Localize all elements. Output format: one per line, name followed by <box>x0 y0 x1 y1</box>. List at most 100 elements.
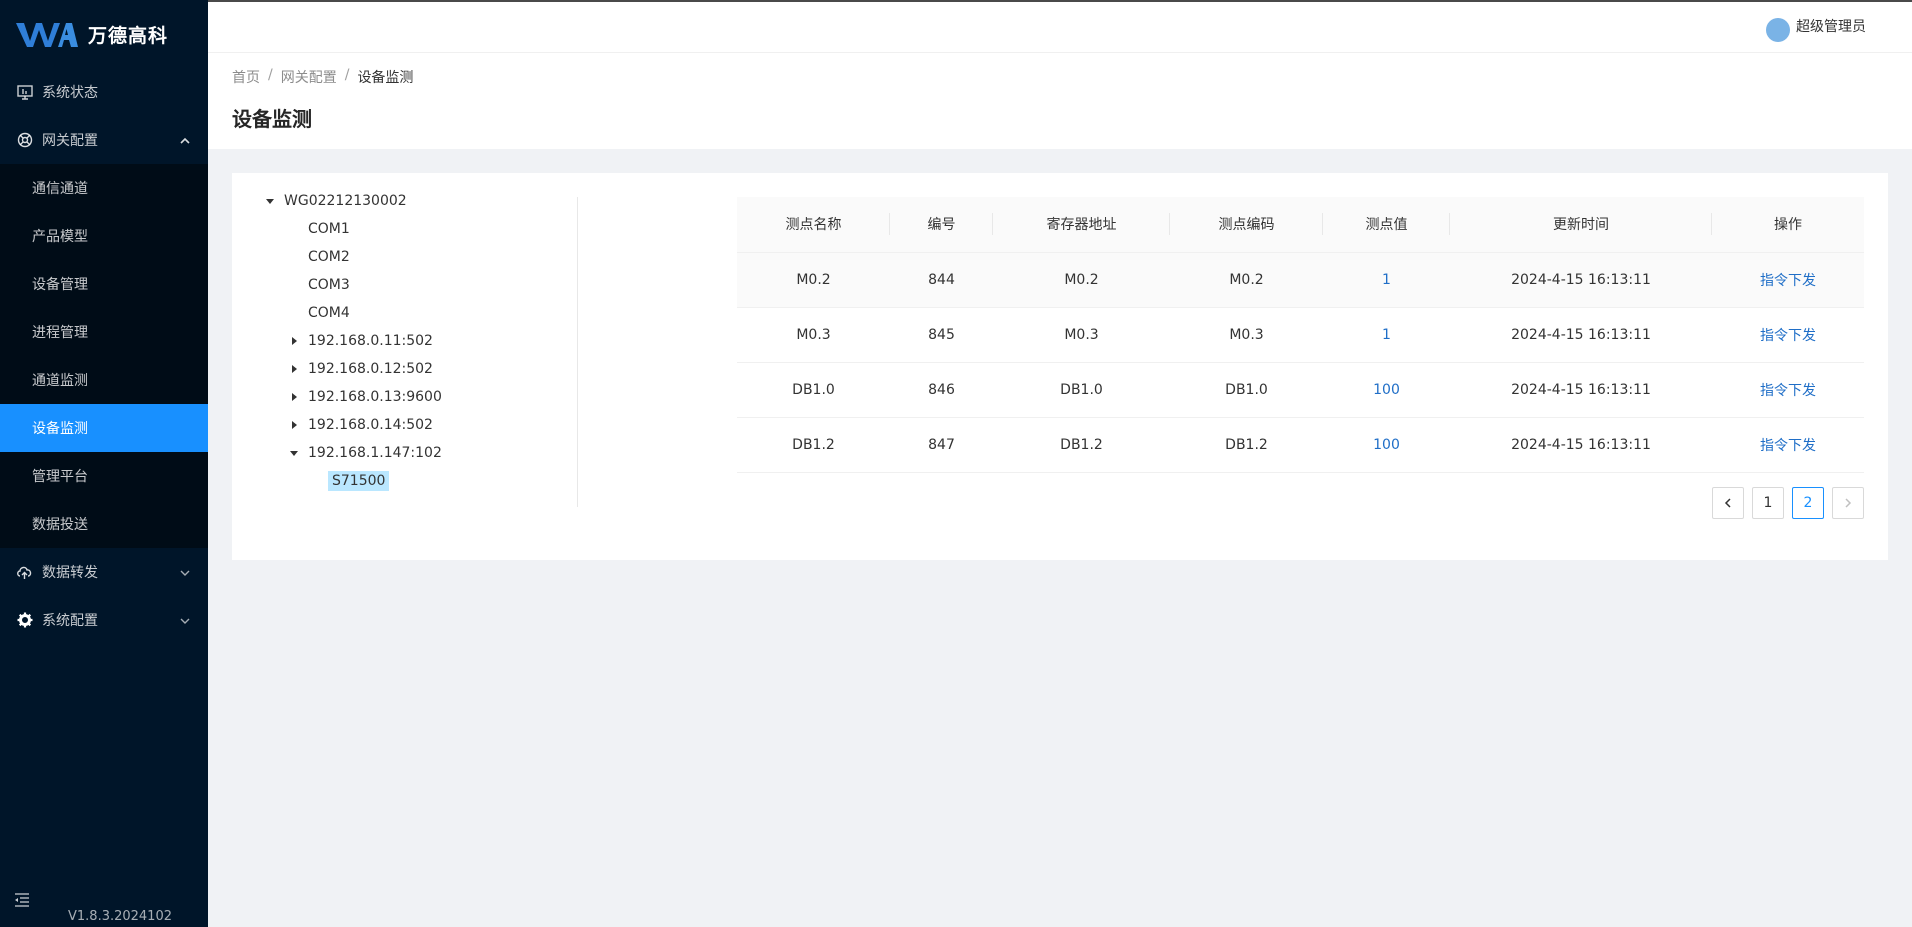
sidebar-item-device-monitor[interactable]: 设备监测 <box>0 404 208 452</box>
cell-point-name: M0.3 <box>737 307 890 363</box>
tree-node-label[interactable]: 192.168.1.147:102 <box>304 443 446 463</box>
breadcrumb-current: 设备监测 <box>357 70 414 86</box>
tree-node-ip[interactable]: 192.168.0.11:502 <box>262 327 582 355</box>
send-command-link[interactable]: 指令下发 <box>1712 362 1864 418</box>
tree-node-label[interactable]: COM2 <box>304 247 354 267</box>
cell-number: 846 <box>890 362 993 418</box>
gear-icon <box>16 612 33 629</box>
send-command-link[interactable]: 指令下发 <box>1712 252 1864 308</box>
caret-down-icon[interactable] <box>286 445 302 461</box>
cell-register-address: M0.2 <box>993 252 1170 308</box>
tree-node-label[interactable]: 192.168.0.13:9600 <box>304 387 446 407</box>
chevron-right-icon <box>1845 498 1852 508</box>
column-header: 编号 <box>890 197 993 253</box>
tree-node-label[interactable]: 192.168.0.12:502 <box>304 359 437 379</box>
table-row: DB1.0 846 DB1.0 DB1.0 100 2024-4-15 16:1… <box>737 362 1864 418</box>
caret-right-icon[interactable] <box>286 389 302 405</box>
gateway-config-submenu: 通信通道 产品模型 设备管理 进程管理 通道监测 设备监测 管理平台 数据投送 <box>0 164 208 548</box>
caret-right-icon[interactable] <box>286 417 302 433</box>
tree-node-label[interactable]: 192.168.0.11:502 <box>304 331 437 351</box>
monitor-icon <box>16 84 33 101</box>
cell-point-code: DB1.2 <box>1170 417 1323 473</box>
caret-right-icon[interactable] <box>286 361 302 377</box>
send-command-link[interactable]: 指令下发 <box>1712 417 1864 473</box>
tree-node-ip-expanded[interactable]: 192.168.1.147:102 <box>262 439 582 467</box>
page-button-1[interactable]: 1 <box>1752 487 1784 519</box>
sidebar-item-system-config[interactable]: 系统配置 <box>0 596 208 644</box>
tree-node-label-selected[interactable]: S71500 <box>328 471 390 491</box>
version-label: V1.8.3.2024102 <box>68 909 172 924</box>
cell-point-value: 100 <box>1323 417 1450 473</box>
sidebar-item-label: 数据转发 <box>42 565 98 581</box>
monitor-table: 测点名称 编号 寄存器地址 测点编码 测点值 更新时间 操作 M0.2 844 … <box>737 197 1864 473</box>
sidebar-item-system-status[interactable]: 系统状态 <box>0 68 208 116</box>
sidebar-item-label: 进程管理 <box>32 325 88 341</box>
sidebar-item-gateway-config[interactable]: 网关配置 <box>0 116 208 164</box>
sidebar-item-label: 产品模型 <box>32 229 88 245</box>
sidebar-item-label: 设备监测 <box>32 421 88 437</box>
cell-point-value: 1 <box>1323 307 1450 363</box>
content-card: WG02212130002 COM1 COM2 COM3 COM4 192.16… <box>232 173 1888 560</box>
menu-fold-icon[interactable] <box>14 893 32 911</box>
tree-node-device[interactable]: S71500 <box>262 467 582 495</box>
sidebar-item-process-management[interactable]: 进程管理 <box>0 308 208 356</box>
cell-update-time: 2024-4-15 16:13:11 <box>1450 417 1712 473</box>
tree-node-label[interactable]: WG02212130002 <box>280 191 411 211</box>
caret-down-icon[interactable] <box>262 193 278 209</box>
sidebar-item-channel-monitor[interactable]: 通道监测 <box>0 356 208 404</box>
device-tree: WG02212130002 COM1 COM2 COM3 COM4 192.16… <box>262 187 582 495</box>
sidebar-item-data-forward[interactable]: 数据转发 <box>0 548 208 596</box>
cell-number: 844 <box>890 252 993 308</box>
sidebar-item-label: 管理平台 <box>32 469 88 485</box>
page-header: 首页 / 网关配置 / 设备监测 设备监测 <box>208 52 1912 149</box>
tree-node-label[interactable]: COM1 <box>304 219 354 239</box>
sidebar-item-comm-channel[interactable]: 通信通道 <box>0 164 208 212</box>
sidebar-item-label: 数据投送 <box>32 517 88 533</box>
cell-point-value: 1 <box>1323 252 1450 308</box>
cell-point-name: DB1.2 <box>737 417 890 473</box>
caret-right-icon[interactable] <box>286 333 302 349</box>
tree-node-com3[interactable]: COM3 <box>262 271 582 299</box>
sidebar-item-label: 系统状态 <box>42 85 98 101</box>
tree-node-ip[interactable]: 192.168.0.14:502 <box>262 411 582 439</box>
column-header: 测点名称 <box>737 197 890 253</box>
tree-node-ip[interactable]: 192.168.0.12:502 <box>262 355 582 383</box>
user-name: 超级管理员 <box>1796 19 1866 35</box>
column-header: 更新时间 <box>1450 197 1712 253</box>
page-title: 设备监测 <box>232 107 312 131</box>
sidebar-item-management-platform[interactable]: 管理平台 <box>0 452 208 500</box>
sidebar-item-product-model[interactable]: 产品模型 <box>0 212 208 260</box>
breadcrumb-gateway-config[interactable]: 网关配置 <box>281 67 337 87</box>
sidebar-item-device-management[interactable]: 设备管理 <box>0 260 208 308</box>
breadcrumb: 首页 / 网关配置 / 设备监测 <box>232 67 414 87</box>
tree-node-label[interactable]: COM3 <box>304 275 354 295</box>
tree-node-label[interactable]: 192.168.0.14:502 <box>304 415 437 435</box>
prev-page-button[interactable] <box>1712 487 1744 519</box>
user-menu[interactable]: 超级管理员 <box>1766 10 1866 42</box>
tree-node-com4[interactable]: COM4 <box>262 299 582 327</box>
sidebar-item-data-delivery[interactable]: 数据投送 <box>0 500 208 548</box>
cell-register-address: M0.3 <box>993 307 1170 363</box>
next-page-button[interactable] <box>1832 487 1864 519</box>
top-header: 超级管理员 <box>208 0 1912 52</box>
tree-root[interactable]: WG02212130002 <box>262 187 582 215</box>
tree-node-com1[interactable]: COM1 <box>262 215 582 243</box>
tree-node-ip[interactable]: 192.168.0.13:9600 <box>262 383 582 411</box>
breadcrumb-home[interactable]: 首页 <box>232 67 260 87</box>
chevron-down-icon <box>180 566 190 582</box>
chevron-down-icon <box>180 614 190 630</box>
page-button-2-current[interactable]: 2 <box>1792 487 1824 519</box>
divider <box>577 197 578 507</box>
column-header: 测点编码 <box>1170 197 1323 253</box>
sidebar-item-label: 设备管理 <box>32 277 88 293</box>
table-row: M0.3 845 M0.3 M0.3 1 2024-4-15 16:13:11 … <box>737 307 1864 363</box>
send-command-link[interactable]: 指令下发 <box>1712 307 1864 363</box>
cell-point-name: DB1.0 <box>737 362 890 418</box>
cell-update-time: 2024-4-15 16:13:11 <box>1450 307 1712 363</box>
table-row: DB1.2 847 DB1.2 DB1.2 100 2024-4-15 16:1… <box>737 417 1864 473</box>
avatar <box>1766 18 1790 42</box>
cell-point-code: M0.2 <box>1170 252 1323 308</box>
tree-node-label[interactable]: COM4 <box>304 303 354 323</box>
cell-point-code: M0.3 <box>1170 307 1323 363</box>
tree-node-com2[interactable]: COM2 <box>262 243 582 271</box>
